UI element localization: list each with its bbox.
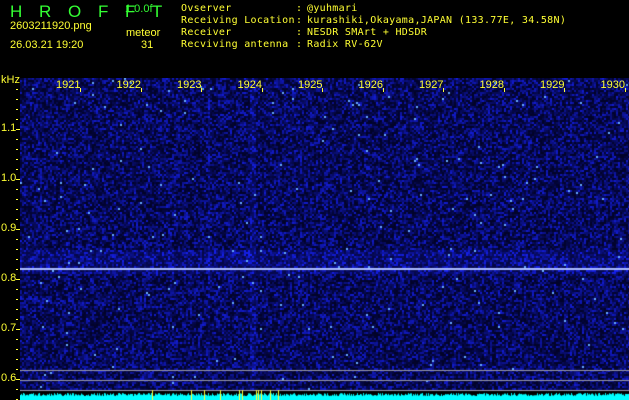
y-axis-unit: kHz [1,74,20,86]
x-tick-label: 1921 [56,79,81,91]
info-label: Receiver [181,27,232,38]
x-tick-label: 1928 [479,79,504,91]
y-minor-tick [16,269,18,270]
x-tick [503,88,505,92]
x-tick [443,88,444,92]
y-tick-label: 0.6 [1,372,17,384]
y-minor-tick [16,259,18,260]
y-minor-tick [16,99,18,100]
y-minor-tick [16,249,18,250]
y-minor-tick [16,229,18,230]
y-minor-tick [16,239,18,240]
y-minor-tick [16,309,18,310]
x-tick-label: 1925 [298,79,323,91]
y-minor-tick [16,89,18,90]
y-tick-label: 0.7 [1,322,17,334]
y-minor-tick [16,299,18,300]
info-label: Ovserver [181,3,232,14]
x-tick [261,88,263,92]
y-minor-tick [16,149,18,150]
x-tick [201,88,202,92]
info-colon: : [296,3,303,14]
x-tick-label: 1929 [540,79,565,91]
info-value: @yuhmari [307,3,358,14]
info-label: Recviving antenna [181,39,289,50]
y-minor-tick [16,289,18,290]
y-minor-tick [16,169,18,170]
spectrogram [20,78,629,400]
y-minor-tick [16,279,18,280]
y-tick-label: 1.1 [1,122,17,134]
y-minor-tick [16,179,18,180]
y-minor-tick [16,199,18,200]
info-label: Receiving Location [181,15,295,26]
x-tick-label: 1927 [419,79,444,91]
y-minor-tick [16,129,18,130]
filename: 2603211920.png [10,20,92,32]
y-minor-tick [16,139,18,140]
info-colon: : [296,15,303,26]
y-minor-tick [16,369,18,370]
y-minor-tick [16,359,18,360]
x-tick [80,88,81,92]
x-tick [382,88,384,92]
x-tick-label: 1922 [116,79,141,91]
y-minor-tick [16,159,18,160]
y-minor-tick [16,319,18,320]
info-value: NESDR SMArt + HDSDR [307,27,428,38]
y-minor-tick [16,389,18,390]
y-tick-label: 0.8 [1,272,17,284]
y-minor-tick [16,109,18,110]
y-minor-tick [16,189,18,190]
y-tick-label: 1.0 [1,172,17,184]
y-minor-tick [16,349,18,350]
x-tick-label: 1924 [237,79,262,91]
y-minor-tick [16,379,18,380]
x-tick-label: 1926 [358,79,383,91]
x-tick-label: 1923 [177,79,202,91]
x-tick [564,88,565,92]
info-colon: : [296,27,303,38]
meteor-count: 31 [141,39,154,51]
y-minor-tick [16,209,18,210]
x-tick [624,88,626,92]
y-minor-tick [16,219,18,220]
y-minor-tick [16,119,18,120]
x-tick-label: 1930 [600,79,625,91]
x-tick [140,88,142,92]
info-value: Radix RV-62V [307,39,383,50]
y-minor-tick [16,329,18,330]
y-minor-tick [16,339,18,340]
y-tick-label: 0.9 [1,222,17,234]
datetime: 26.03.21 19:20 [10,39,84,51]
x-tick [322,88,323,92]
info-colon: : [296,39,303,50]
meteor-label: meteor [126,27,161,39]
version-label: 1.0.0f [125,3,153,15]
info-value: kurashiki,Okayama,JAPAN (133.77E, 34.58N… [307,15,567,26]
